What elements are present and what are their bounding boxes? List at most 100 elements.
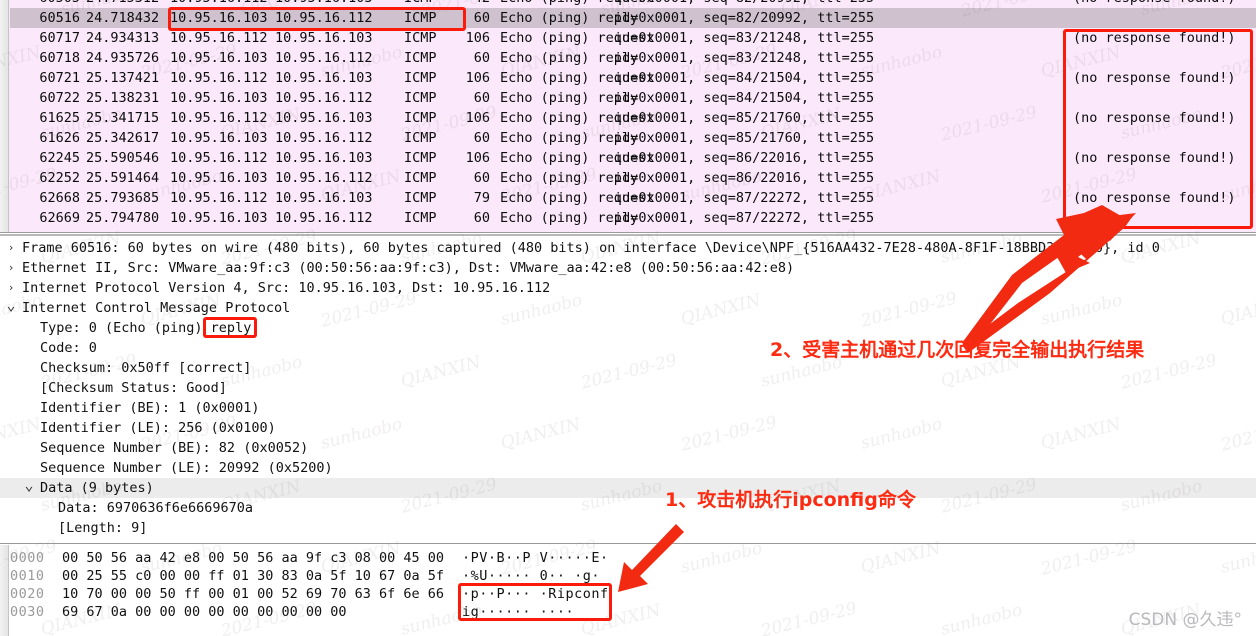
chevron-down-icon[interactable]: ⌄ (4, 298, 18, 313)
packet-protocol: ICMP (404, 50, 437, 66)
packet-protocol: ICMP (404, 30, 437, 46)
packet-row[interactable]: 60717 24.934313 10.95.16.112 10.95.16.103 IC… (10, 28, 1256, 48)
packet-detail-pane[interactable]: › Frame 60516: 60 bytes on wire (480 bits… (0, 234, 1256, 544)
hex-ascii: ·p··P··· ·Ripconf (462, 586, 609, 602)
packet-row[interactable]: 61626 25.342617 10.95.16.103 10.95.16.112 IC… (10, 128, 1256, 148)
packet-info-detail: id=0x0001, seq=83/21248, ttl=255 (614, 50, 875, 66)
packet-protocol: ICMP (404, 190, 437, 206)
chevron-right-icon[interactable]: › (4, 238, 18, 258)
packet-length: 60 (473, 90, 490, 106)
packet-destination: 10.95.16.112 (275, 170, 373, 186)
packet-list-pane[interactable]: 60505 24.715312 10.95.16.112 10.95.16.103 IC… (0, 0, 1256, 233)
packet-no: 60718 (39, 50, 80, 66)
packet-source: 10.95.16.103 (170, 130, 268, 146)
packet-source: 10.95.16.112 (170, 150, 268, 166)
packet-destination: 10.95.16.103 (275, 110, 373, 126)
detail-tree-label: Data (9 bytes) (40, 480, 154, 496)
hex-ascii: ig······ ···· (462, 604, 575, 620)
packet-row[interactable]: 60516 24.718432 10.95.16.103 10.95.16.112 IC… (10, 8, 1256, 28)
packet-length: 60 (473, 130, 490, 146)
hex-bytes: 00 25 55 c0 00 00 ff 01 30 83 0a 5f 10 6… (62, 568, 445, 584)
detail-tree-row[interactable]: Sequence Number (LE): 20992 (0x5200) (0, 458, 1256, 478)
hex-bytes: 00 50 56 aa 42 e8 00 50 56 aa 9f c3 08 0… (62, 550, 445, 566)
packet-no: 60505 (20, 0, 80, 8)
packet-no: 62252 (39, 170, 80, 186)
packet-no: 60717 (39, 30, 80, 46)
packet-no-response: (no response found!) (1073, 110, 1236, 126)
chevron-right-icon[interactable]: › (4, 258, 18, 278)
wireshark-window: 60505 24.715312 10.95.16.112 10.95.16.103 IC… (0, 0, 1256, 636)
detail-tree-row[interactable]: Identifier (LE): 256 (0x0100) (0, 418, 1256, 438)
packet-row[interactable]: 60718 24.935726 10.95.16.103 10.95.16.112 IC… (10, 48, 1256, 68)
hex-dump-row[interactable]: 0010 00 25 55 c0 00 00 ff 01 30 83 0a 5f … (0, 567, 1256, 585)
detail-pane-divider (0, 234, 1256, 236)
packet-protocol: ICMP (404, 150, 437, 166)
packet-protocol: ICMP (404, 10, 437, 26)
packet-no: 60516 (39, 10, 80, 26)
detail-tree-row[interactable]: Sequence Number (BE): 82 (0x0052) (0, 438, 1256, 458)
packet-source: 10.95.16.103 (170, 10, 268, 26)
detail-tree-row[interactable]: [Length: 9] (0, 518, 1256, 538)
packet-length: 106 (465, 150, 490, 166)
packet-time: 24.718432 (86, 10, 160, 26)
packet-bytes-pane[interactable]: 0000 00 50 56 aa 42 e8 00 50 56 aa 9f c3 … (0, 545, 1256, 636)
packet-no-response: (no response found!) (1073, 70, 1236, 86)
hex-dump-row[interactable]: 0000 00 50 56 aa 42 e8 00 50 56 aa 9f c3 … (0, 549, 1256, 567)
hex-dump-row[interactable]: 0020 10 70 00 00 50 ff 00 01 00 52 69 70 … (0, 585, 1256, 603)
detail-tree-row[interactable]: Identifier (BE): 1 (0x0001) (0, 398, 1256, 418)
packet-source: 10.95.16.112 (170, 110, 268, 126)
detail-tree-row[interactable]: ⌄ Data (9 bytes) (0, 478, 1256, 498)
packet-no: 60722 (39, 90, 80, 106)
packet-no: 62245 (39, 150, 80, 166)
detail-tree-row[interactable]: [Checksum Status: Good] (0, 378, 1256, 398)
packet-row[interactable]: 60505 24.715312 10.95.16.11210.95.16.103 IC… (10, 0, 1256, 8)
packet-no-response: (no response found!) (1073, 0, 1236, 8)
packet-length: 60 (473, 10, 490, 26)
detail-tree-row[interactable]: ⌄ Internet Control Message Protocol (0, 298, 1256, 318)
packet-row[interactable]: 61625 25.341715 10.95.16.112 10.95.16.103 IC… (10, 108, 1256, 128)
detail-tree-row[interactable]: › Internet Protocol Version 4, Src: 10.95… (0, 278, 1256, 298)
packet-protocol: ICMP (404, 70, 437, 86)
packet-row[interactable]: 62252 25.591464 10.95.16.103 10.95.16.112 IC… (10, 168, 1256, 188)
chevron-down-icon[interactable]: ⌄ (22, 478, 36, 493)
packet-row[interactable]: 60722 25.138231 10.95.16.103 10.95.16.112 IC… (10, 88, 1256, 108)
packet-info-detail: id=0x0001, seq=87/22272, ttl=255 (614, 190, 875, 206)
detail-tree-row[interactable]: › Ethernet II, Src: VMware_aa:9f:c3 (00:5… (0, 258, 1256, 278)
packet-length: 60 (473, 210, 490, 226)
detail-tree-row[interactable]: Data: 6970636f6e6669670a (0, 498, 1256, 518)
packet-row[interactable]: 62245 25.590546 10.95.16.112 10.95.16.103 IC… (10, 148, 1256, 168)
packet-no-response: (no response found!) (1073, 150, 1236, 166)
detail-tree-label: Sequence Number (BE): 82 (0x0052) (40, 440, 309, 456)
detail-tree-row[interactable]: › Frame 60516: 60 bytes on wire (480 bits… (0, 238, 1256, 258)
packet-row[interactable]: 62669 25.794780 10.95.16.103 10.95.16.112 IC… (10, 208, 1256, 228)
packet-row[interactable]: 60721 25.137421 10.95.16.112 10.95.16.103 IC… (10, 68, 1256, 88)
packet-protocol: ICMP (404, 0, 454, 8)
chevron-right-icon[interactable]: › (4, 278, 18, 298)
detail-tree-label: Internet Control Message Protocol (22, 300, 291, 316)
packet-destination: 10.95.16.112 (275, 130, 373, 146)
annotation-note-1: 1、攻击机执行ipconfig命令 (665, 489, 916, 511)
packet-time: 25.794780 (86, 210, 160, 226)
packet-info-detail: id=0x0001, seq=84/21504, ttl=255 (614, 70, 875, 86)
packet-source: 10.95.16.112 (170, 190, 268, 206)
packet-no-response: (no response found!) (1073, 30, 1236, 46)
detail-tree-label: [Checksum Status: Good] (40, 380, 227, 396)
hex-dump-row[interactable]: 0030 69 67 0a 00 00 00 00 00 00 00 00 00 i… (0, 603, 1256, 621)
packet-source: 10.95.16.112 (170, 70, 268, 86)
packet-time: 24.715312 (86, 0, 166, 8)
packet-destination: 10.95.16.103 (275, 150, 373, 166)
packet-time: 24.935726 (86, 50, 160, 66)
detail-tree-label: Identifier (BE): 1 (0x0001) (40, 400, 260, 416)
packet-time: 25.793685 (86, 190, 160, 206)
packet-time: 25.138231 (86, 90, 160, 106)
packet-info-detail: id=0x0001, seq=86/22016, ttl=255 (614, 170, 875, 186)
packet-info-detail: id=0x0001, seq=83/21248, ttl=255 (614, 30, 875, 46)
hex-ascii: ·PV·B··P V·····E· (462, 550, 609, 566)
packet-destination: 10.95.16.103 (275, 190, 373, 206)
packet-info-detail: id=0x0001, seq=82/20992, ttl=255 (614, 10, 875, 26)
packet-no: 61626 (39, 130, 80, 146)
packet-row[interactable]: 62668 25.793685 10.95.16.112 10.95.16.103 IC… (10, 188, 1256, 208)
annotation-note-2: 2、受害主机通过几次回复完全输出执行结果 (770, 339, 1145, 361)
hex-offset: 0010 (10, 568, 45, 584)
packet-list-gutter (0, 0, 9, 232)
